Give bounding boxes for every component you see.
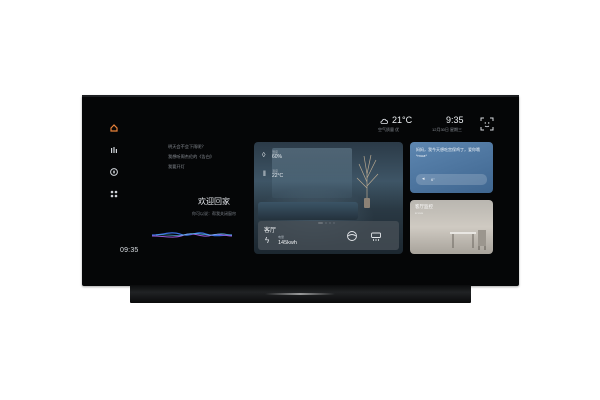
sidebar-clock: 09:35 (120, 247, 139, 254)
compass-icon[interactable] (109, 167, 119, 177)
room-sofa (258, 202, 358, 220)
welcome-subtitle: 你可以说：帮我关闭窗帘 (192, 211, 236, 216)
welcome-title: 欢迎回家 (198, 197, 230, 206)
camera-status: ● Live (415, 211, 424, 215)
smart-display: 09:35 明天会不会下雨呢？ 我想听周杰伦的《告白》 我要开灯 欢迎回家 你可… (82, 95, 519, 286)
voice-duration: 6" (431, 177, 435, 182)
assistant-message-card[interactable]: 妈妈，我今天想吃宫保鸡丁，爱你哦 *mua* ◂ 6" (410, 142, 493, 193)
air-conditioner-icon[interactable] (370, 230, 382, 242)
camera-monitor-card[interactable]: 客厅监控 ● Live (410, 200, 493, 254)
assistant-message: 妈妈，我今天想吃宫保鸡丁，爱你哦 *mua* (416, 147, 480, 158)
home-icon[interactable] (109, 123, 119, 133)
living-room-card[interactable]: ◊ 湿度 60% ǁ 温度 22°C 客厅 ϟ 电量 145kwh (254, 142, 403, 254)
hint-item[interactable]: 我想听周杰伦的《告白》 (168, 152, 258, 162)
equalizer-icon[interactable] (109, 145, 119, 155)
camera-title: 客厅监控 (415, 204, 433, 209)
stand-light (265, 293, 335, 295)
grid-icon[interactable] (109, 189, 119, 199)
energy-value: 145kwh (278, 240, 297, 246)
speaker-icon: ◂ (422, 176, 425, 182)
voice-message-pill[interactable]: ◂ 6" (416, 174, 487, 185)
room-name: 客厅 (264, 228, 277, 234)
humidity-value: 60% (272, 154, 283, 160)
thermometer-icon: ǁ (263, 171, 266, 178)
face-scan-icon[interactable] (480, 117, 494, 131)
camera-preview-image (450, 230, 486, 250)
room-window (272, 148, 352, 198)
voice-wave-icon[interactable] (152, 228, 232, 242)
bolt-icon: ϟ (265, 236, 270, 245)
weather-temperature: 21°C (392, 115, 413, 125)
temperature-value: 22°C (272, 173, 284, 179)
clock-time: 9:35 (446, 115, 464, 125)
hint-item[interactable]: 我要开灯 (168, 162, 258, 172)
droplet-icon: ◊ (262, 152, 266, 159)
weather-desc: 空气质量 优 (378, 127, 400, 132)
energy-panel[interactable]: 客厅 ϟ 电量 145kwh (258, 221, 399, 250)
fan-icon[interactable] (346, 230, 358, 242)
cloud-icon (380, 118, 388, 124)
voice-hints: 明天会不会下雨呢？ 我想听周杰伦的《告白》 我要开灯 (168, 142, 258, 172)
clock-date: 12月30日 星期三 (432, 127, 463, 132)
plant-decoration (356, 154, 379, 208)
energy-label: 电量 (278, 235, 285, 239)
sidebar: 09:35 (96, 95, 139, 286)
hint-item[interactable]: 明天会不会下雨呢？ (168, 142, 258, 152)
